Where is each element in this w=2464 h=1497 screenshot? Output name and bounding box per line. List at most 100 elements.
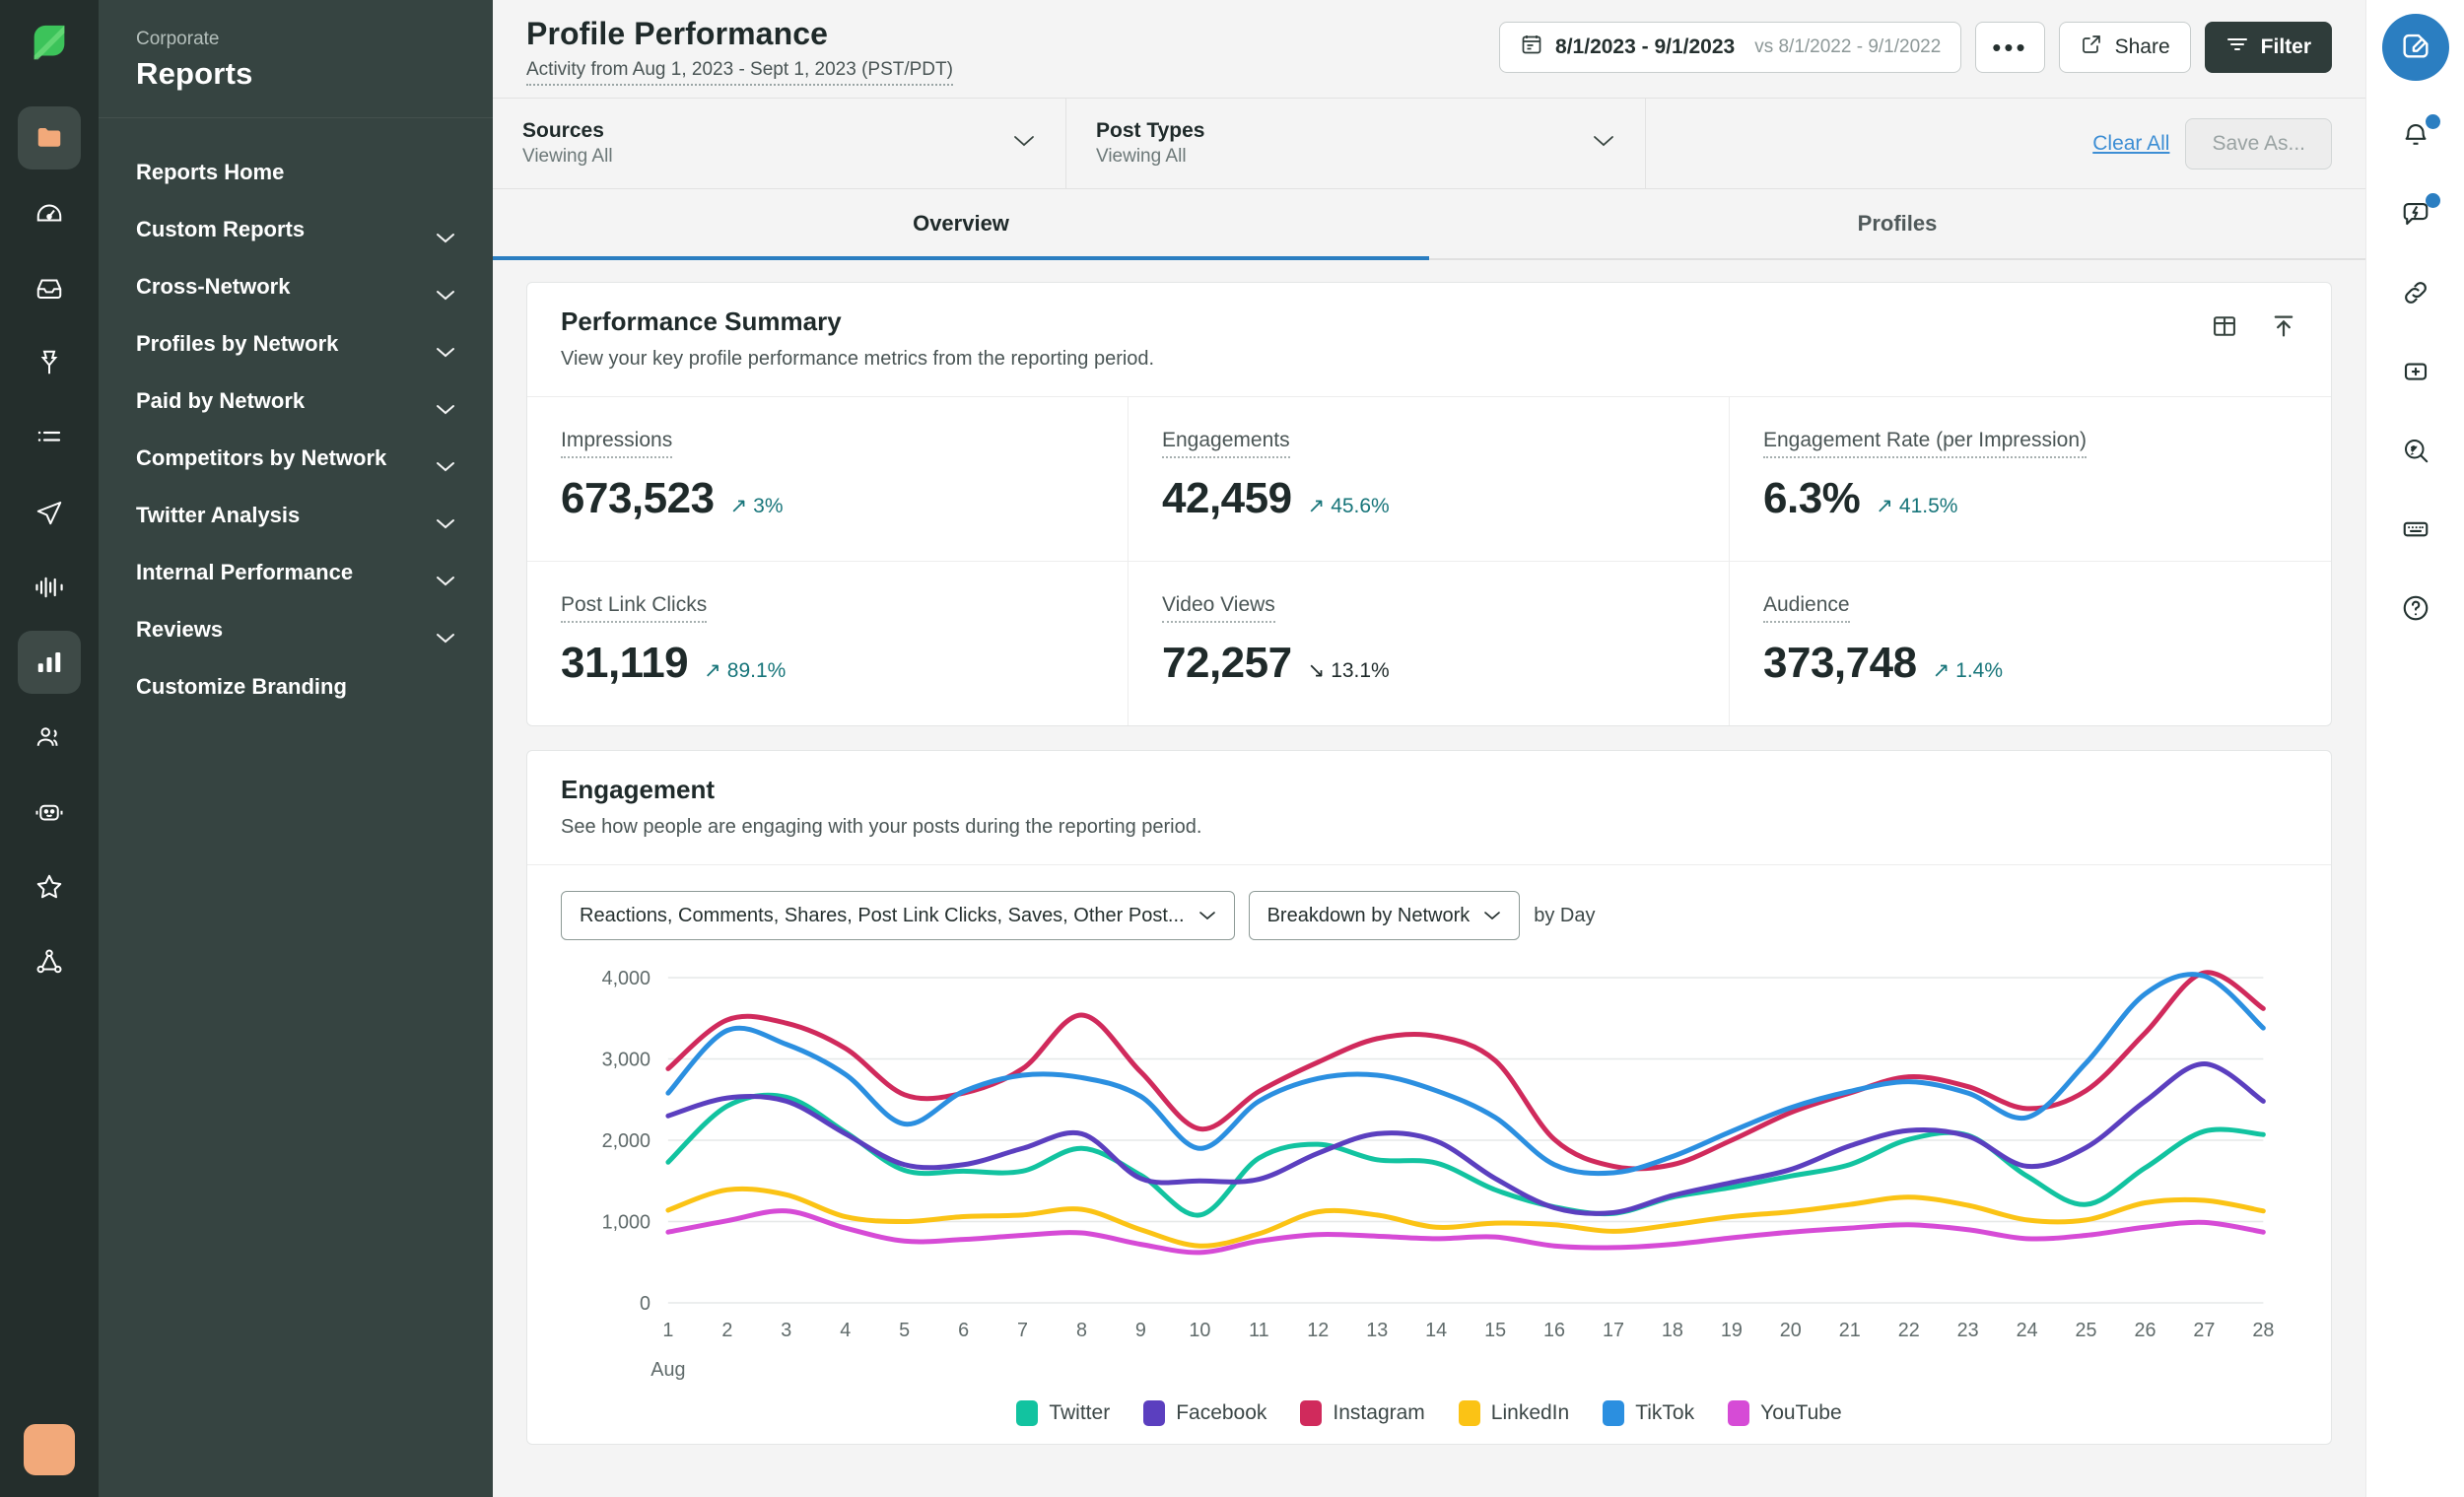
star-icon	[34, 872, 64, 902]
legend-label: LinkedIn	[1490, 1401, 1570, 1424]
twitter-search-icon	[2401, 436, 2430, 470]
sidebar-item-customize-branding[interactable]: Customize Branding	[99, 658, 493, 715]
legend-item-instagram[interactable]: Instagram	[1300, 1400, 1425, 1426]
x-axis-tick-label: 28	[2252, 1320, 2274, 1341]
sidebar-item-internal-performance[interactable]: Internal Performance	[99, 544, 493, 601]
legend-item-facebook[interactable]: Facebook	[1143, 1400, 1266, 1426]
paper-plane-icon	[34, 498, 64, 527]
sidebar-item-inbox[interactable]	[18, 256, 81, 319]
sidebar-item-reviews[interactable]: Reviews	[99, 601, 493, 658]
legend-item-youtube[interactable]: YouTube	[1728, 1400, 1842, 1426]
metric-impressions: Impressions 673,523 ↗ 3%	[527, 397, 1129, 562]
metric-label[interactable]: Engagements	[1162, 429, 1290, 458]
sidebar-item-publishing[interactable]	[18, 331, 81, 394]
sidebar-item-label: Reviews	[136, 616, 224, 642]
metric-delta-value: 1.4%	[1955, 658, 2004, 682]
engagement-chart: 0 1,000 2,000 3,000 4,000 1 2 3 4 5 6 7 8 9 10 11 12 13 14…	[527, 950, 2331, 1385]
page-title: Profile Performance	[526, 16, 829, 51]
metric-label[interactable]: Audience	[1763, 593, 1850, 623]
chevron-down-icon	[436, 452, 455, 471]
metric-label[interactable]: Video Views	[1162, 593, 1275, 623]
metric-value-row: 72,257 ↘ 13.1%	[1162, 639, 1695, 688]
report-scroll-area[interactable]: Performance Summary View your key profil…	[493, 260, 2365, 1497]
sidebar-item-profiles-by-network[interactable]: Profiles by Network	[99, 315, 493, 373]
app-root: Corporate Reports Reports Home Custom Re…	[0, 0, 2464, 1497]
legend-label: Twitter	[1049, 1401, 1111, 1424]
add-button[interactable]	[2389, 347, 2442, 400]
sidebar-item-employee-advocacy[interactable]	[18, 930, 81, 993]
metric-label[interactable]: Post Link Clicks	[561, 593, 708, 623]
topbar-actions: 8/1/2023 - 9/1/2023 vs 8/1/2022 - 9/1/20…	[1499, 22, 2332, 73]
legend-label: YouTube	[1760, 1401, 1842, 1424]
card-description: View your key profile performance metric…	[561, 348, 1155, 370]
save-as-button[interactable]: Save As...	[2185, 117, 2332, 170]
sprout-leaf-logo-icon[interactable]	[23, 18, 76, 71]
compose-button[interactable]	[2381, 14, 2449, 81]
legend-item-linkedin[interactable]: LinkedIn	[1458, 1400, 1570, 1426]
legend-item-twitter[interactable]: Twitter	[1016, 1400, 1110, 1426]
twitter-search-button[interactable]	[2389, 426, 2442, 479]
filter-button[interactable]: Filter	[2204, 22, 2332, 73]
link-button[interactable]	[2389, 268, 2442, 321]
x-axis-tick-label: 2	[721, 1320, 732, 1341]
sidebar-item-custom-reports[interactable]: Custom Reports	[99, 201, 493, 258]
card-description: See how people are engaging with your po…	[561, 816, 1202, 838]
sidebar-item-twitter-analysis[interactable]: Twitter Analysis	[99, 487, 493, 544]
more-options-button[interactable]: •••	[1975, 22, 2045, 73]
sidebar-item-cross-network[interactable]: Cross-Network	[99, 258, 493, 315]
sidebar-item-bots[interactable]	[18, 781, 81, 844]
clear-all-link[interactable]: Clear All	[2092, 132, 2169, 156]
sidebar-item-reports-home[interactable]: Reports Home	[99, 144, 493, 201]
chart-line-instagram[interactable]	[665, 970, 2266, 1172]
sidebar-item-reviews[interactable]	[18, 855, 81, 919]
share-button[interactable]: Share	[2058, 22, 2191, 73]
chart-line-twitter[interactable]	[665, 1092, 2266, 1218]
metric-delta: ↗ 3%	[730, 494, 784, 518]
quick-actions-badge-dot	[2425, 193, 2440, 208]
date-range-picker[interactable]: 8/1/2023 - 9/1/2023 vs 8/1/2022 - 9/1/20…	[1499, 22, 1962, 73]
table-view-icon[interactable]	[2211, 312, 2238, 345]
metric-select[interactable]: Reactions, Comments, Shares, Post Link C…	[561, 891, 1235, 940]
metric-label[interactable]: Engagement Rate (per Impression)	[1763, 429, 2087, 458]
x-axis-tick-label: 19	[1721, 1320, 1743, 1341]
x-axis-tick-label: 8	[1076, 1320, 1087, 1341]
legend-item-tiktok[interactable]: TikTok	[1603, 1400, 1694, 1426]
breakdown-select[interactable]: Breakdown by Network	[1248, 891, 1521, 940]
x-axis-tick-label: 4	[840, 1320, 851, 1341]
x-axis-tick-label: 23	[1957, 1320, 1979, 1341]
metric-video-views: Video Views 72,257 ↘ 13.1%	[1129, 562, 1730, 725]
y-axis-tick-label: 3,000	[602, 1049, 650, 1070]
sidebar-item-label: Reports Home	[136, 159, 285, 184]
share-label: Share	[2114, 35, 2170, 58]
sidebar-item-competitors-by-network[interactable]: Competitors by Network	[99, 430, 493, 487]
x-axis-tick-label: 21	[1839, 1320, 1861, 1341]
sidebar-item-folder[interactable]	[18, 106, 81, 170]
arrow-up-right-icon: ↗	[1932, 659, 1951, 682]
sidebar-item-audience[interactable]	[18, 706, 81, 769]
post-types-filter[interactable]: Post Types Viewing All	[1066, 99, 1646, 188]
notifications-button[interactable]	[2389, 110, 2442, 164]
tab-overview[interactable]: Overview	[493, 189, 1429, 260]
sidebar-item-listening[interactable]	[18, 556, 81, 619]
sidebar-item-tasks[interactable]	[18, 406, 81, 469]
keyboard-shortcuts-button[interactable]	[2389, 505, 2442, 558]
metric-label[interactable]: Impressions	[561, 429, 673, 458]
sidebar-item-label: Competitors by Network	[136, 444, 387, 470]
sidebar-header: Corporate Reports	[99, 0, 493, 117]
export-up-icon[interactable]	[2270, 312, 2297, 345]
sidebar-item-reports[interactable]	[18, 631, 81, 694]
sources-filter[interactable]: Sources Viewing All	[493, 99, 1066, 188]
sidebar-item-dashboard[interactable]	[18, 181, 81, 244]
avatar[interactable]	[24, 1424, 75, 1475]
sidebar-item-paid-by-network[interactable]: Paid by Network	[99, 373, 493, 430]
sidebar-item-send[interactable]	[18, 481, 81, 544]
metric-delta-value: 3%	[753, 494, 784, 517]
help-circle-icon	[2401, 593, 2430, 628]
tab-profiles[interactable]: Profiles	[1429, 189, 2365, 260]
metric-engagement-rate: Engagement Rate (per Impression) 6.3% ↗ …	[1730, 397, 2331, 562]
chart-line-tiktok[interactable]	[665, 972, 2266, 1177]
pin-icon	[34, 348, 64, 377]
chart-line-facebook[interactable]	[665, 1060, 2266, 1216]
help-button[interactable]	[2389, 583, 2442, 637]
quick-actions-button[interactable]	[2389, 189, 2442, 242]
